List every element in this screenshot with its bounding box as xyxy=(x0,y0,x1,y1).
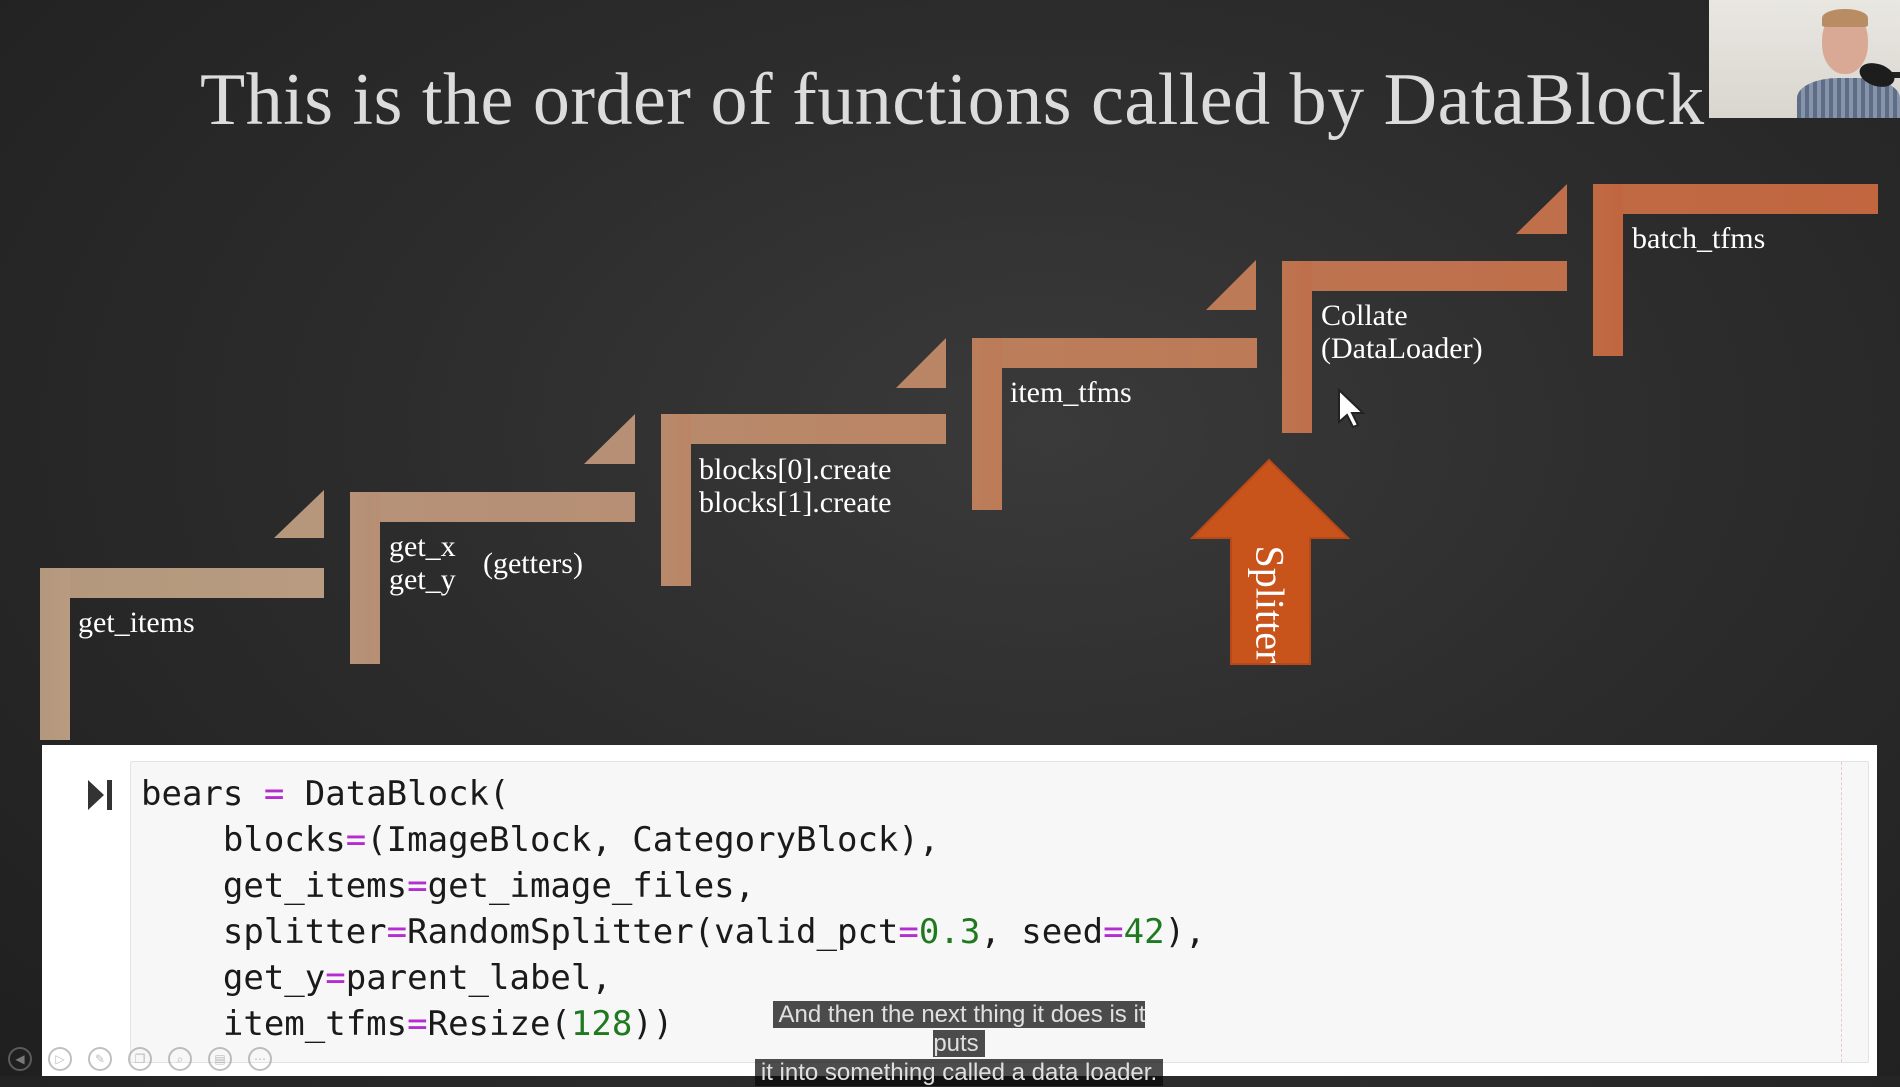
previous-icon[interactable]: ◀ xyxy=(8,1047,32,1071)
subtitles-icon[interactable]: ▤ xyxy=(208,1047,232,1071)
zoom-icon[interactable]: ⌕ xyxy=(168,1047,192,1071)
more-icon[interactable]: ⋯ xyxy=(248,1047,272,1071)
code-line-1: bears = DataBlock( xyxy=(141,774,510,814)
code-line-2: blocks=(ImageBlock, CategoryBlock), xyxy=(141,820,940,860)
run-cell-icon[interactable] xyxy=(86,778,114,812)
step-label-getters-note: (getters) xyxy=(483,547,583,580)
step-label-get-items: get_items xyxy=(78,606,195,639)
play-icon[interactable]: ▷ xyxy=(48,1047,72,1071)
step-label-blocks-0-create: blocks[0].create xyxy=(699,453,892,486)
step-label-batch-tfms: batch_tfms xyxy=(1632,222,1766,255)
caption-line-1: And then the next thing it does is it pu… xyxy=(772,1001,1146,1057)
step-label-collate: Collate xyxy=(1321,299,1408,332)
step-label-blocks-1-create: blocks[1].create xyxy=(699,486,892,519)
code-line-4: splitter=RandomSplitter(valid_pct=0.3, s… xyxy=(141,912,1206,952)
mouse-cursor-icon xyxy=(1338,388,1366,428)
video-caption: And then the next thing it does is it pu… xyxy=(744,1000,1174,1087)
step-label-item-tfms: item_tfms xyxy=(1010,376,1132,409)
step-label-dataloader: (DataLoader) xyxy=(1321,332,1483,365)
caption-line-2: it into something called a data loader. xyxy=(754,1059,1164,1086)
code-line-3: get_items=get_image_files, xyxy=(141,866,756,906)
step-label-get-x: get_x xyxy=(389,530,456,563)
copy-icon[interactable]: ❐ xyxy=(128,1047,152,1071)
code-line-5: get_y=parent_label, xyxy=(141,958,612,998)
step-label-get-y: get_y xyxy=(389,563,456,596)
step-shape-batch-tfms xyxy=(1593,184,1878,356)
code-line-6: item_tfms=Resize(128)) xyxy=(141,1004,674,1044)
player-controls: ◀ ▷ ✎ ❐ ⌕ ▤ ⋯ xyxy=(8,1046,272,1072)
pen-icon[interactable]: ✎ xyxy=(88,1047,112,1071)
datablock-staircase-diagram xyxy=(40,184,1878,740)
splitter-label: Splitter xyxy=(1247,545,1293,664)
